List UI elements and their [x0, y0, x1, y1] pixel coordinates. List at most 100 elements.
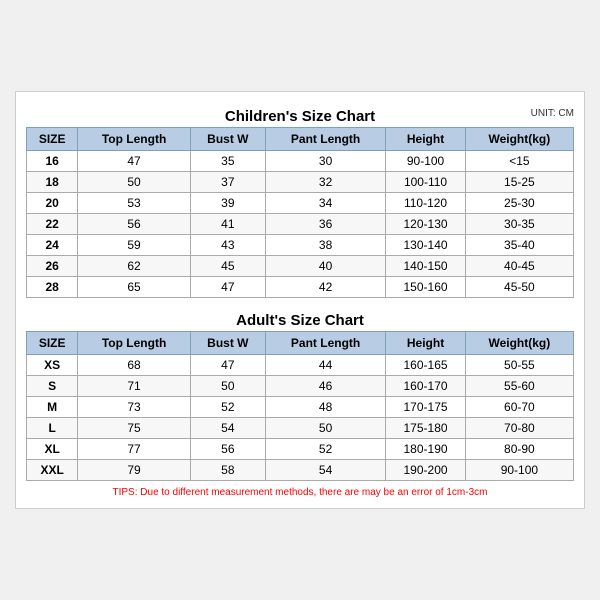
table-cell: 43: [190, 235, 265, 256]
table-cell: 100-110: [386, 172, 465, 193]
adults-section-title: Adult's Size Chart: [26, 306, 574, 331]
table-cell: 79: [78, 460, 191, 481]
table-cell: 170-175: [386, 397, 465, 418]
table-cell: S: [27, 376, 78, 397]
table-cell: <15: [465, 151, 573, 172]
table-cell: 34: [265, 193, 385, 214]
table-cell: 47: [190, 277, 265, 298]
table-row: XS684744160-16550-55: [27, 355, 574, 376]
table-cell: 150-160: [386, 277, 465, 298]
adult-col-header-weight: Weight(kg): [465, 332, 573, 355]
table-row: L755450175-18070-80: [27, 418, 574, 439]
table-cell: XS: [27, 355, 78, 376]
children-section-title: Children's Size Chart UNIT: CM: [26, 102, 574, 127]
table-cell: 50-55: [465, 355, 573, 376]
table-cell: 45: [190, 256, 265, 277]
table-row: XL775652180-19080-90: [27, 439, 574, 460]
adult-col-header-bust-w: Bust W: [190, 332, 265, 355]
table-cell: 52: [190, 397, 265, 418]
table-cell: 28: [27, 277, 78, 298]
table-cell: 80-90: [465, 439, 573, 460]
children-title-text: Children's Size Chart: [225, 108, 375, 125]
col-header-bust-w: Bust W: [190, 128, 265, 151]
table-cell: 120-130: [386, 214, 465, 235]
table-cell: 180-190: [386, 439, 465, 460]
table-cell: 42: [265, 277, 385, 298]
table-cell: 35: [190, 151, 265, 172]
table-row: XXL795854190-20090-100: [27, 460, 574, 481]
table-cell: 77: [78, 439, 191, 460]
table-cell: 41: [190, 214, 265, 235]
table-row: 24594338130-14035-40: [27, 235, 574, 256]
table-cell: 30: [265, 151, 385, 172]
adults-title-text: Adult's Size Chart: [236, 312, 364, 329]
adult-col-header-size: SIZE: [27, 332, 78, 355]
table-row: 20533934110-12025-30: [27, 193, 574, 214]
adults-table: SIZE Top Length Bust W Pant Length Heigh…: [26, 331, 574, 481]
unit-label: UNIT: CM: [531, 108, 574, 119]
table-cell: 54: [265, 460, 385, 481]
table-cell: 47: [78, 151, 191, 172]
table-row: 18503732100-11015-25: [27, 172, 574, 193]
table-cell: 68: [78, 355, 191, 376]
table-cell: 38: [265, 235, 385, 256]
table-cell: 48: [265, 397, 385, 418]
table-cell: 46: [265, 376, 385, 397]
table-cell: L: [27, 418, 78, 439]
table-cell: 110-120: [386, 193, 465, 214]
table-cell: 40-45: [465, 256, 573, 277]
col-header-height: Height: [386, 128, 465, 151]
table-cell: 59: [78, 235, 191, 256]
table-cell: 140-150: [386, 256, 465, 277]
table-cell: 56: [190, 439, 265, 460]
table-cell: 39: [190, 193, 265, 214]
table-cell: 52: [265, 439, 385, 460]
adult-col-header-height: Height: [386, 332, 465, 355]
table-cell: 60-70: [465, 397, 573, 418]
table-cell: 44: [265, 355, 385, 376]
table-cell: 160-165: [386, 355, 465, 376]
table-row: 1647353090-100<15: [27, 151, 574, 172]
table-cell: 30-35: [465, 214, 573, 235]
table-cell: 45-50: [465, 277, 573, 298]
chart-container: Children's Size Chart UNIT: CM SIZE Top …: [15, 91, 585, 509]
table-cell: 175-180: [386, 418, 465, 439]
table-cell: 75: [78, 418, 191, 439]
table-cell: 36: [265, 214, 385, 235]
table-cell: 50: [265, 418, 385, 439]
table-cell: 90-100: [386, 151, 465, 172]
adults-header-row: SIZE Top Length Bust W Pant Length Heigh…: [27, 332, 574, 355]
col-header-pant-length: Pant Length: [265, 128, 385, 151]
table-cell: 62: [78, 256, 191, 277]
table-cell: XL: [27, 439, 78, 460]
adult-col-header-pant-length: Pant Length: [265, 332, 385, 355]
table-cell: 71: [78, 376, 191, 397]
table-cell: M: [27, 397, 78, 418]
table-cell: 32: [265, 172, 385, 193]
table-cell: 20: [27, 193, 78, 214]
table-cell: 40: [265, 256, 385, 277]
table-cell: 26: [27, 256, 78, 277]
table-row: S715046160-17055-60: [27, 376, 574, 397]
table-cell: 35-40: [465, 235, 573, 256]
table-cell: 90-100: [465, 460, 573, 481]
table-row: 26624540140-15040-45: [27, 256, 574, 277]
table-cell: 22: [27, 214, 78, 235]
table-cell: 58: [190, 460, 265, 481]
table-cell: 47: [190, 355, 265, 376]
table-cell: 190-200: [386, 460, 465, 481]
table-cell: 50: [190, 376, 265, 397]
table-cell: 53: [78, 193, 191, 214]
table-cell: 24: [27, 235, 78, 256]
table-cell: 55-60: [465, 376, 573, 397]
table-cell: 73: [78, 397, 191, 418]
table-cell: 130-140: [386, 235, 465, 256]
table-cell: 25-30: [465, 193, 573, 214]
col-header-weight: Weight(kg): [465, 128, 573, 151]
table-cell: 16: [27, 151, 78, 172]
table-cell: 54: [190, 418, 265, 439]
table-cell: XXL: [27, 460, 78, 481]
table-cell: 70-80: [465, 418, 573, 439]
col-header-top-length: Top Length: [78, 128, 191, 151]
table-cell: 160-170: [386, 376, 465, 397]
